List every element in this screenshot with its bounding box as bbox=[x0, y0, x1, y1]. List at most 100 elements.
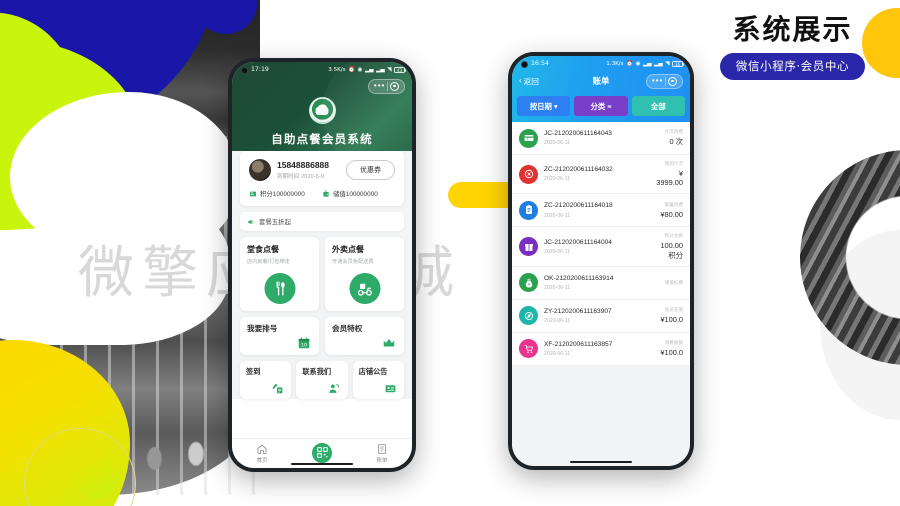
filter-by-date-label: 按日期 bbox=[529, 101, 552, 111]
list-empty-area bbox=[512, 365, 690, 466]
bill-amount: ¥80.00 bbox=[660, 209, 683, 219]
blue-dot-shape bbox=[195, 0, 257, 34]
svg-text:10: 10 bbox=[301, 343, 307, 349]
qrcode-scan-button[interactable] bbox=[310, 440, 334, 465]
phone-screen-home: 17:19 3.5K/s ⏰ ◉ ▂▄ ▂▄ ◥ 43 ••• 自助点餐会员系统… bbox=[232, 62, 412, 468]
avatar bbox=[249, 159, 271, 181]
queue-number-title: 我要排号 bbox=[247, 324, 278, 333]
shop-announcement-title: 店铺公告 bbox=[358, 367, 388, 376]
bill-date: 2020-06-11 bbox=[544, 248, 571, 255]
more-icon[interactable]: ••• bbox=[652, 77, 663, 85]
signal-icon: ▂▄ bbox=[376, 66, 385, 73]
takeout-card[interactable]: 外卖点餐 开通会员免配送费 bbox=[325, 237, 404, 311]
bill-header: 16:54 1.3K/s ⏰ ◉ ▂▄ ▂▄ ◥ 36 ‹ 返回 账单 ••• … bbox=[512, 56, 690, 122]
bill-date: 2020-06-11 bbox=[544, 351, 571, 358]
shop-announcement-card[interactable]: 店铺公告 bbox=[352, 361, 404, 399]
dine-in-sub: 店内就餐/打包带走 bbox=[247, 259, 290, 265]
table-row[interactable]: ZC-2120200611164032 2020-06-11 增加计次 ¥3999.0… bbox=[512, 155, 690, 195]
back-button[interactable]: ‹ 返回 bbox=[519, 76, 539, 87]
stat-points-label: 积分100000000 bbox=[260, 191, 305, 198]
member-privilege-card[interactable]: 会员特权 bbox=[325, 317, 404, 355]
miniprogram-capsule[interactable]: ••• bbox=[367, 78, 405, 94]
user-card[interactable]: 15848886888 到期时间 2020-6-9 优惠券 积分10000000… bbox=[240, 151, 404, 206]
tab-bill[interactable]: 账单 bbox=[352, 443, 412, 464]
bill-number: ZC-2120200611164018 bbox=[544, 202, 613, 210]
back-label: 返回 bbox=[523, 76, 539, 86]
app-title: 自助点餐会员系统 bbox=[271, 132, 373, 146]
filter-all[interactable]: 全部 bbox=[631, 96, 685, 116]
miniprogram-capsule[interactable]: ••• bbox=[645, 73, 683, 89]
dine-in-card[interactable]: 堂食点餐 店内就餐/打包带走 bbox=[240, 237, 319, 311]
phone-screen-bill: 16:54 1.3K/s ⏰ ◉ ▂▄ ▂▄ ◥ 36 ‹ 返回 账单 ••• … bbox=[512, 56, 690, 466]
blue-blob-shape bbox=[0, 0, 229, 152]
coupon-button[interactable]: 优惠券 bbox=[346, 160, 395, 180]
yellow-blob-shape bbox=[0, 340, 130, 506]
table-row[interactable]: ZC-2120200611164018 2020-06-11 套餐消费 ¥80.00 bbox=[512, 194, 690, 228]
location-icon: ◉ bbox=[635, 60, 641, 67]
card-icon: 1 bbox=[519, 128, 538, 148]
grayscale-photo-bottom-left bbox=[0, 255, 260, 495]
chevron-down-icon: ▾ bbox=[553, 101, 558, 111]
statusbar-right: 3.5K/s ⏰ ◉ ▂▄ ▂▄ ◥ 43 bbox=[328, 66, 406, 73]
contact-us-card[interactable]: 联系我们 bbox=[296, 361, 348, 399]
lime-wave-mask bbox=[10, 92, 240, 262]
stat-points[interactable]: 积分100000000 bbox=[249, 189, 322, 198]
bill-amount: ¥100.0 bbox=[660, 315, 683, 325]
filter-by-date[interactable]: 按日期 ▾ bbox=[517, 96, 571, 116]
contact-icon bbox=[329, 384, 339, 393]
queue-number-card[interactable]: 我要排号 10 bbox=[240, 317, 319, 355]
bill-date: 2020-06-11 bbox=[544, 140, 571, 147]
bill-type: 储值扣费 bbox=[664, 279, 683, 285]
header-block: 系统展示 微信小程序·会员中心 bbox=[700, 13, 885, 81]
tab-home-label: 首页 bbox=[256, 458, 268, 464]
gift-box-icon bbox=[519, 237, 538, 257]
user-phone: 15848886888 bbox=[277, 159, 330, 170]
takeout-title: 外卖点餐 bbox=[332, 245, 364, 254]
checkin-title: 签到 bbox=[246, 367, 261, 376]
table-row[interactable]: ZY-2120200611163907 2020-06-11 会员充值 ¥100.0 bbox=[512, 300, 690, 333]
close-target-icon[interactable] bbox=[390, 81, 399, 91]
cart-icon bbox=[519, 339, 538, 359]
alarm-icon: ⏰ bbox=[626, 60, 634, 67]
bill-amount-group: 储值扣费 bbox=[643, 280, 683, 286]
quick-links-row: 签到 联系我们 店铺公告 bbox=[240, 361, 404, 399]
user-meta: 15848886888 到期时间 2020-6-9 bbox=[277, 160, 340, 180]
scooter-icon bbox=[357, 283, 372, 296]
capsule-divider bbox=[387, 81, 388, 91]
close-target-icon[interactable] bbox=[668, 76, 677, 86]
table-row[interactable]: ¥ OK-2120200611163914 2020-06-11 储值扣费 bbox=[512, 267, 690, 300]
qrcode-icon bbox=[316, 447, 328, 458]
svg-text:1: 1 bbox=[526, 138, 528, 142]
stat-balance[interactable]: 储值100000000 bbox=[322, 189, 395, 198]
bill-type: 计次消费 bbox=[664, 129, 683, 135]
more-icon[interactable]: ••• bbox=[374, 82, 385, 90]
bill-main: ZC-2120200611164018 2020-06-11 bbox=[544, 202, 643, 218]
bill-date: 2020-06-11 bbox=[544, 285, 571, 292]
bill-number: ZC-2120200611164032 bbox=[544, 166, 613, 174]
bill-amount-group: 积分兑换 100.00 积分 bbox=[643, 233, 683, 259]
bill-number: JC-2120200611164043 bbox=[544, 129, 612, 137]
crown-icon bbox=[383, 338, 395, 347]
bill-date: 2020-06-11 bbox=[544, 176, 571, 183]
chevron-left-icon: ‹ bbox=[519, 76, 522, 85]
tab-home[interactable]: 首页 bbox=[232, 443, 292, 464]
signal-icon: ▂▄ bbox=[364, 66, 374, 73]
front-camera-icon bbox=[521, 61, 528, 68]
table-row[interactable]: XF-2120200611163857 2020-06-11 消费收银 ¥100.0 bbox=[512, 333, 690, 366]
bill-amount: ¥100.0 bbox=[660, 348, 683, 358]
front-camera-icon bbox=[241, 67, 248, 74]
stat-balance-label: 储值100000000 bbox=[333, 191, 378, 198]
table-row[interactable]: 1 JC-2120200611164043 2020-06-11 计次消费 0 次 bbox=[512, 122, 690, 155]
notice-bar[interactable]: 套餐五折起 bbox=[240, 212, 404, 231]
table-row[interactable]: JC-2120200611164004 2020-06-11 积分兑换 100.00 积… bbox=[512, 227, 690, 267]
app-logo bbox=[308, 97, 336, 124]
bill-list[interactable]: 1 JC-2120200611164043 2020-06-11 计次消费 0 次 ZC-… bbox=[512, 122, 690, 366]
dine-in-icon-wrap bbox=[264, 273, 295, 304]
bill-main: JC-2120200611164004 2020-06-11 bbox=[544, 239, 643, 255]
promo-banner: 微擎应用商城 系统展示 微信小程序·会员中心 17:19 3.5K/s ⏰ ◉ bbox=[0, 0, 900, 506]
dine-in-title: 堂食点餐 bbox=[247, 245, 279, 254]
bill-main: ZY-2120200611163907 2020-06-11 bbox=[544, 308, 643, 324]
calendar-icon: 10 bbox=[298, 337, 310, 349]
filter-by-category[interactable]: 分类 ≡ bbox=[574, 96, 628, 116]
checkin-card[interactable]: 签到 bbox=[240, 361, 292, 399]
